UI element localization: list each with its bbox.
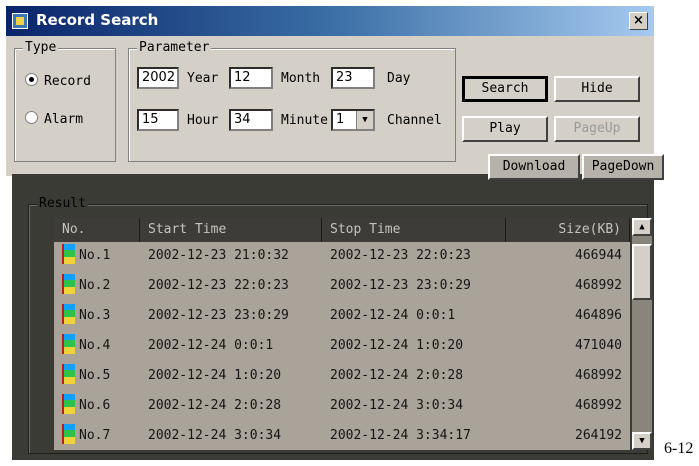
radio-record-label: Record	[44, 74, 91, 89]
search-button[interactable]: Search	[462, 76, 548, 102]
col-header-start-time[interactable]: Start Time	[140, 218, 322, 242]
record-file-icon	[62, 424, 75, 444]
row-stop-time: 2002-12-24 0:0:1	[330, 308, 456, 323]
row-start-time: 2002-12-24 2:0:28	[148, 398, 282, 413]
scroll-thumb[interactable]	[632, 244, 652, 300]
row-no-cell: No.5	[54, 364, 140, 388]
row-no: No.3	[79, 308, 111, 323]
page-number: 6-12	[664, 440, 694, 457]
result-group-label: Result	[37, 196, 88, 211]
row-start-time: 2002-12-23 21:0:32	[148, 248, 289, 263]
row-start-time: 2002-12-24 3:0:34	[148, 428, 282, 443]
row-no-cell: No.4	[54, 334, 140, 358]
type-group-label: Type	[23, 40, 59, 55]
table-scrollbar[interactable]: ▲ ▼	[632, 218, 652, 450]
col-header-stop-time[interactable]: Stop Time	[322, 218, 506, 242]
title-bar[interactable]: Record Search ×	[6, 6, 654, 36]
radio-alarm[interactable]: Alarm	[25, 111, 83, 127]
row-no: No.6	[79, 398, 111, 413]
pageup-button[interactable]: PageUp	[554, 116, 640, 142]
record-file-icon	[62, 334, 75, 354]
row-size: 466944	[575, 248, 622, 263]
row-no-cell: No.1	[54, 244, 140, 268]
col-header-size[interactable]: Size(KB)	[506, 218, 630, 242]
pagedown-button[interactable]: PageDown	[582, 154, 664, 180]
row-start-time: 2002-12-24 1:0:20	[148, 368, 282, 383]
row-stop-time: 2002-12-24 2:0:28	[330, 368, 464, 383]
radio-alarm-dot[interactable]	[25, 111, 38, 124]
row-no-cell: No.6	[54, 394, 140, 418]
table-row[interactable]: No.6 2002-12-24 2:0:28 2002-12-24 3:0:34…	[54, 394, 630, 418]
col-header-no[interactable]: No.	[54, 218, 140, 242]
year-label: Year	[187, 71, 219, 86]
record-file-icon	[62, 304, 75, 324]
record-file-icon	[62, 244, 75, 264]
parameter-group: Parameter 2002 Year 12 Month 23 Day 15 H…	[128, 40, 456, 162]
table-row[interactable]: No.7 2002-12-24 3:0:34 2002-12-24 3:34:1…	[54, 424, 630, 448]
table-row[interactable]: No.1 2002-12-23 21:0:32 2002-12-23 22:0:…	[54, 244, 630, 268]
row-start-time: 2002-12-24 0:0:1	[148, 338, 274, 353]
row-no: No.4	[79, 338, 111, 353]
row-no-cell: No.7	[54, 424, 140, 448]
row-stop-time: 2002-12-24 1:0:20	[330, 338, 464, 353]
window-title: Record Search	[36, 11, 159, 29]
record-file-icon	[62, 364, 75, 384]
row-no: No.2	[79, 278, 111, 293]
row-no: No.7	[79, 428, 111, 443]
row-size: 468992	[575, 278, 622, 293]
row-stop-time: 2002-12-24 3:34:17	[330, 428, 471, 443]
hide-button[interactable]: Hide	[554, 76, 640, 102]
record-file-icon	[62, 394, 75, 414]
channel-label: Channel	[387, 113, 442, 128]
table-row[interactable]: No.3 2002-12-23 23:0:29 2002-12-24 0:0:1…	[54, 304, 630, 328]
row-stop-time: 2002-12-23 22:0:23	[330, 248, 471, 263]
month-input[interactable]: 12	[229, 67, 273, 89]
row-no: No.1	[79, 248, 111, 263]
download-button[interactable]: Download	[488, 154, 580, 180]
row-no: No.5	[79, 368, 111, 383]
radio-alarm-label: Alarm	[44, 112, 84, 127]
radio-record-dot[interactable]	[25, 73, 38, 86]
row-start-time: 2002-12-23 22:0:23	[148, 278, 289, 293]
hour-label: Hour	[187, 113, 219, 128]
channel-value: 1	[336, 112, 345, 127]
row-size: 468992	[575, 398, 622, 413]
parameter-group-label: Parameter	[137, 40, 212, 55]
day-label: Day	[387, 71, 411, 86]
channel-select[interactable]: 1 ▼	[331, 109, 375, 131]
record-file-icon	[62, 274, 75, 294]
month-label: Month	[281, 71, 321, 86]
row-size: 464896	[575, 308, 622, 323]
row-size: 471040	[575, 338, 622, 353]
row-start-time: 2002-12-23 23:0:29	[148, 308, 289, 323]
chevron-down-icon[interactable]: ▼	[356, 111, 373, 129]
row-no-cell: No.2	[54, 274, 140, 298]
year-input[interactable]: 2002	[137, 67, 179, 89]
close-button[interactable]: ×	[629, 12, 648, 30]
row-no-cell: No.3	[54, 304, 140, 328]
row-stop-time: 2002-12-24 3:0:34	[330, 398, 464, 413]
hour-input[interactable]: 15	[137, 109, 179, 131]
results-table: No. Start Time Stop Time Size(KB) No.1 2…	[54, 218, 630, 450]
row-size: 264192	[575, 428, 622, 443]
minute-input[interactable]: 34	[229, 109, 273, 131]
radio-record[interactable]: Record	[25, 73, 91, 89]
table-header: No. Start Time Stop Time Size(KB)	[54, 218, 630, 242]
play-button[interactable]: Play	[462, 116, 548, 142]
table-row[interactable]: No.5 2002-12-24 1:0:20 2002-12-24 2:0:28…	[54, 364, 630, 388]
minute-label: Minute	[281, 113, 328, 128]
day-input[interactable]: 23	[331, 67, 375, 89]
table-row[interactable]: No.2 2002-12-23 22:0:23 2002-12-23 23:0:…	[54, 274, 630, 298]
type-group: Type Record Alarm	[14, 40, 116, 162]
row-size: 468992	[575, 368, 622, 383]
scroll-down-icon[interactable]: ▼	[632, 432, 652, 450]
app-icon	[12, 13, 28, 29]
row-stop-time: 2002-12-23 23:0:29	[330, 278, 471, 293]
record-search-window: Record Search × Type Record Alarm Parame…	[6, 6, 664, 460]
scroll-up-icon[interactable]: ▲	[632, 218, 652, 236]
table-row[interactable]: No.4 2002-12-24 0:0:1 2002-12-24 1:0:20 …	[54, 334, 630, 358]
